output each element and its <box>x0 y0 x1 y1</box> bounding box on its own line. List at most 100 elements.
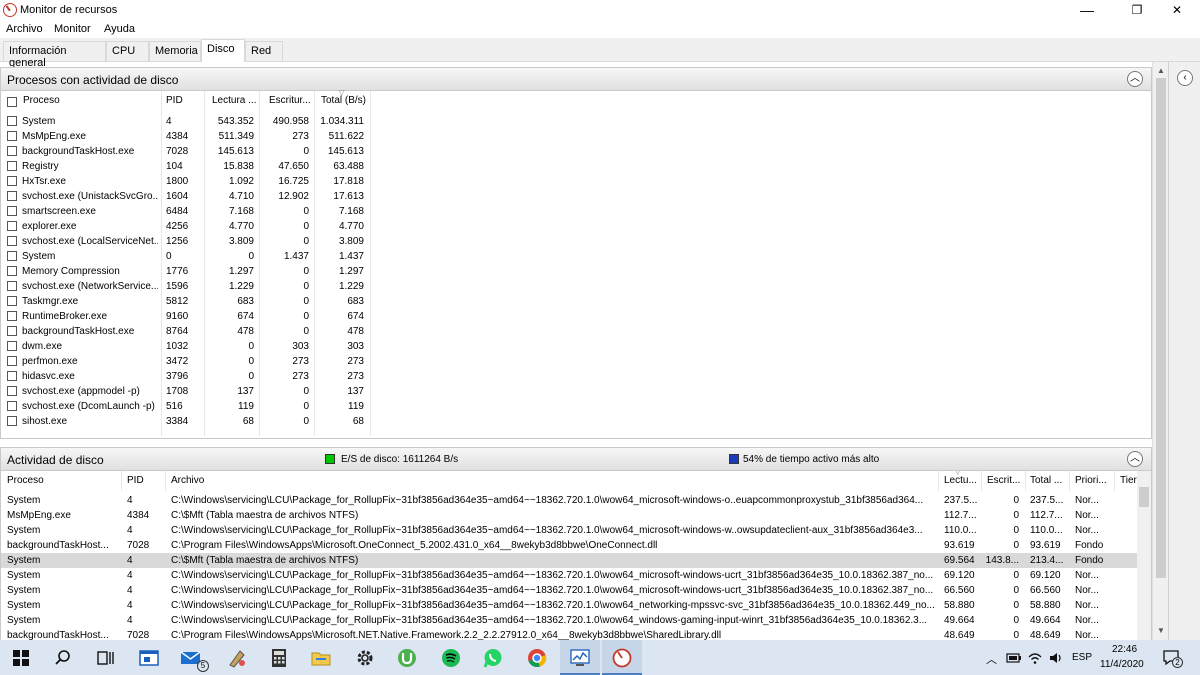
col-act-proceso[interactable]: Proceso <box>7 471 117 491</box>
col-total[interactable]: Total (B/s) <box>321 91 369 111</box>
table-row[interactable]: svchost.exe (DcomLaunch -p) 516 119 0 119 <box>1 399 371 414</box>
table-row[interactable]: backgroundTaskHost.exe 8764 478 0 478 <box>1 324 371 339</box>
windows-start-icon[interactable] <box>10 647 32 669</box>
clock-time[interactable]: 22:46 <box>1112 644 1137 655</box>
clock-date[interactable]: 11/4/2020 <box>1100 659 1144 670</box>
table-row[interactable]: sihost.exe 3384 68 0 68 <box>1 414 371 429</box>
table-row[interactable]: dwm.exe 1032 0 303 303 <box>1 339 371 354</box>
row-checkbox[interactable] <box>7 341 17 351</box>
minimize-button[interactable]: — <box>1064 0 1110 20</box>
scroll-down-icon[interactable]: ▼ <box>1153 624 1169 638</box>
table-row[interactable]: MsMpEng.exe 4384 511.349 273 511.622 <box>1 129 371 144</box>
table-row[interactable]: backgroundTaskHost... 7028 C:\Program File… <box>1 538 1137 553</box>
row-checkbox[interactable] <box>7 176 17 186</box>
row-checkbox[interactable] <box>7 206 17 216</box>
row-checkbox[interactable] <box>7 266 17 276</box>
row-checkbox[interactable] <box>7 401 17 411</box>
table-row[interactable]: System 4 C:\Windows\servicing\LCU\Package_… <box>1 583 1137 598</box>
language-indicator[interactable]: ESP <box>1072 652 1092 663</box>
table-row[interactable]: svchost.exe (LocalServiceNet... 1256 3.809… <box>1 234 371 249</box>
row-checkbox[interactable] <box>7 416 17 426</box>
wifi-icon[interactable] <box>1027 650 1043 666</box>
chrome-icon[interactable] <box>526 647 548 669</box>
scroll-up-icon[interactable]: ▲ <box>1153 64 1169 78</box>
col-act-archivo[interactable]: Archivo <box>171 471 271 491</box>
row-checkbox[interactable] <box>7 236 17 246</box>
tray-chevron-icon[interactable]: ︿ <box>986 651 997 667</box>
row-checkbox[interactable] <box>7 356 17 366</box>
table-row[interactable]: System 4 C:\$Mft (Tabla maestra de archivo… <box>1 553 1137 568</box>
table-row[interactable]: System 4 C:\Windows\servicing\LCU\Package_… <box>1 568 1137 583</box>
tab-memoria[interactable]: Memoria <box>149 41 201 61</box>
row-checkbox[interactable] <box>7 191 17 201</box>
table-row[interactable]: System 4 543.352 490.958 1.034.311 <box>1 114 371 129</box>
row-checkbox[interactable] <box>7 131 17 141</box>
table-row[interactable]: System 0 0 1.437 1.437 <box>1 249 371 264</box>
task-view-icon[interactable] <box>94 647 116 669</box>
side-pane-collapse-icon[interactable]: ‹ <box>1177 70 1193 86</box>
col-proceso[interactable]: Proceso <box>23 91 153 111</box>
task-active-resource-monitor[interactable] <box>560 640 600 675</box>
tab-informacion-general[interactable]: Información general <box>3 41 106 69</box>
table-row[interactable]: backgroundTaskHost... 7028 C:\Program File… <box>1 628 1137 640</box>
col-act-escritura[interactable]: Escrit... <box>987 471 1023 491</box>
volume-icon[interactable] <box>1048 650 1064 666</box>
tab-red[interactable]: Red <box>245 41 283 61</box>
col-act-lectura[interactable]: Lectu... <box>944 471 980 491</box>
tab-cpu[interactable]: CPU <box>106 41 149 61</box>
row-checkbox[interactable] <box>7 296 17 306</box>
table-row[interactable]: explorer.exe 4256 4.770 0 4.770 <box>1 219 371 234</box>
calculator-icon[interactable] <box>268 647 290 669</box>
actividad-panel-header[interactable]: Actividad de disco E/S de disco: 1611264… <box>0 447 1152 471</box>
actividad-scroll-thumb[interactable] <box>1139 487 1149 507</box>
menu-monitor[interactable]: Monitor <box>54 23 91 35</box>
settings-gear-icon[interactable] <box>354 647 376 669</box>
file-explorer-icon[interactable] <box>310 647 332 669</box>
row-checkbox[interactable] <box>7 116 17 126</box>
menu-archivo[interactable]: Archivo <box>6 23 43 35</box>
whatsapp-icon[interactable] <box>482 647 504 669</box>
table-row[interactable]: RuntimeBroker.exe 9160 674 0 674 <box>1 309 371 324</box>
search-icon[interactable] <box>52 647 74 669</box>
row-checkbox[interactable] <box>7 311 17 321</box>
table-row[interactable]: System 4 C:\Windows\servicing\LCU\Package_… <box>1 523 1137 538</box>
table-row[interactable]: hidasvc.exe 3796 0 273 273 <box>1 369 371 384</box>
row-checkbox[interactable] <box>7 251 17 261</box>
table-row[interactable]: System 4 C:\Windows\servicing\LCU\Package_… <box>1 493 1137 508</box>
table-row[interactable]: svchost.exe (NetworkService... 1596 1.229 0… <box>1 279 371 294</box>
table-row[interactable]: System 4 C:\Windows\servicing\LCU\Package_… <box>1 613 1137 628</box>
row-checkbox[interactable] <box>7 146 17 156</box>
col-act-prioridad[interactable]: Priori... <box>1075 471 1113 491</box>
table-row[interactable]: HxTsr.exe 1800 1.092 16.725 17.818 <box>1 174 371 189</box>
select-all-checkbox[interactable] <box>7 97 17 107</box>
task-active-monitor[interactable] <box>602 640 642 675</box>
table-row[interactable]: svchost.exe (appmodel -p) 1708 137 0 137 <box>1 384 371 399</box>
utorrent-icon[interactable] <box>396 647 418 669</box>
row-checkbox[interactable] <box>7 326 17 336</box>
col-act-pid[interactable]: PID <box>127 471 163 491</box>
menu-ayuda[interactable]: Ayuda <box>104 23 135 35</box>
app-window-icon[interactable] <box>138 647 160 669</box>
battery-icon[interactable] <box>1006 652 1022 664</box>
row-checkbox[interactable] <box>7 281 17 291</box>
paint-icon[interactable] <box>226 647 248 669</box>
row-checkbox[interactable] <box>7 161 17 171</box>
table-row[interactable]: backgroundTaskHost.exe 7028 145.613 0 145.61… <box>1 144 371 159</box>
collapse-actividad-icon[interactable]: ︿ <box>1127 451 1143 467</box>
row-checkbox[interactable] <box>7 371 17 381</box>
table-row[interactable]: System 4 C:\Windows\servicing\LCU\Package_… <box>1 598 1137 613</box>
main-scrollbar[interactable]: ▲ ▼ <box>1152 62 1168 640</box>
procesos-panel-header[interactable]: Procesos con actividad de disco ︿ <box>0 67 1152 91</box>
close-button[interactable]: ✕ <box>1154 0 1200 20</box>
table-row[interactable]: MsMpEng.exe 4384 C:\$Mft (Tabla maestra de… <box>1 508 1137 523</box>
tab-disco[interactable]: Disco <box>201 39 245 62</box>
table-row[interactable]: Memory Compression 1776 1.297 0 1.297 <box>1 264 371 279</box>
col-pid[interactable]: PID <box>166 91 202 111</box>
table-row[interactable]: svchost.exe (UnistackSvcGro... 1604 4.710 1… <box>1 189 371 204</box>
scroll-thumb[interactable] <box>1156 78 1166 578</box>
table-row[interactable]: Taskmgr.exe 5812 683 0 683 <box>1 294 371 309</box>
collapse-procesos-icon[interactable]: ︿ <box>1127 71 1143 87</box>
table-row[interactable]: perfmon.exe 3472 0 273 273 <box>1 354 371 369</box>
col-escritura[interactable]: Escritur... <box>269 91 313 111</box>
spotify-icon[interactable] <box>440 647 462 669</box>
